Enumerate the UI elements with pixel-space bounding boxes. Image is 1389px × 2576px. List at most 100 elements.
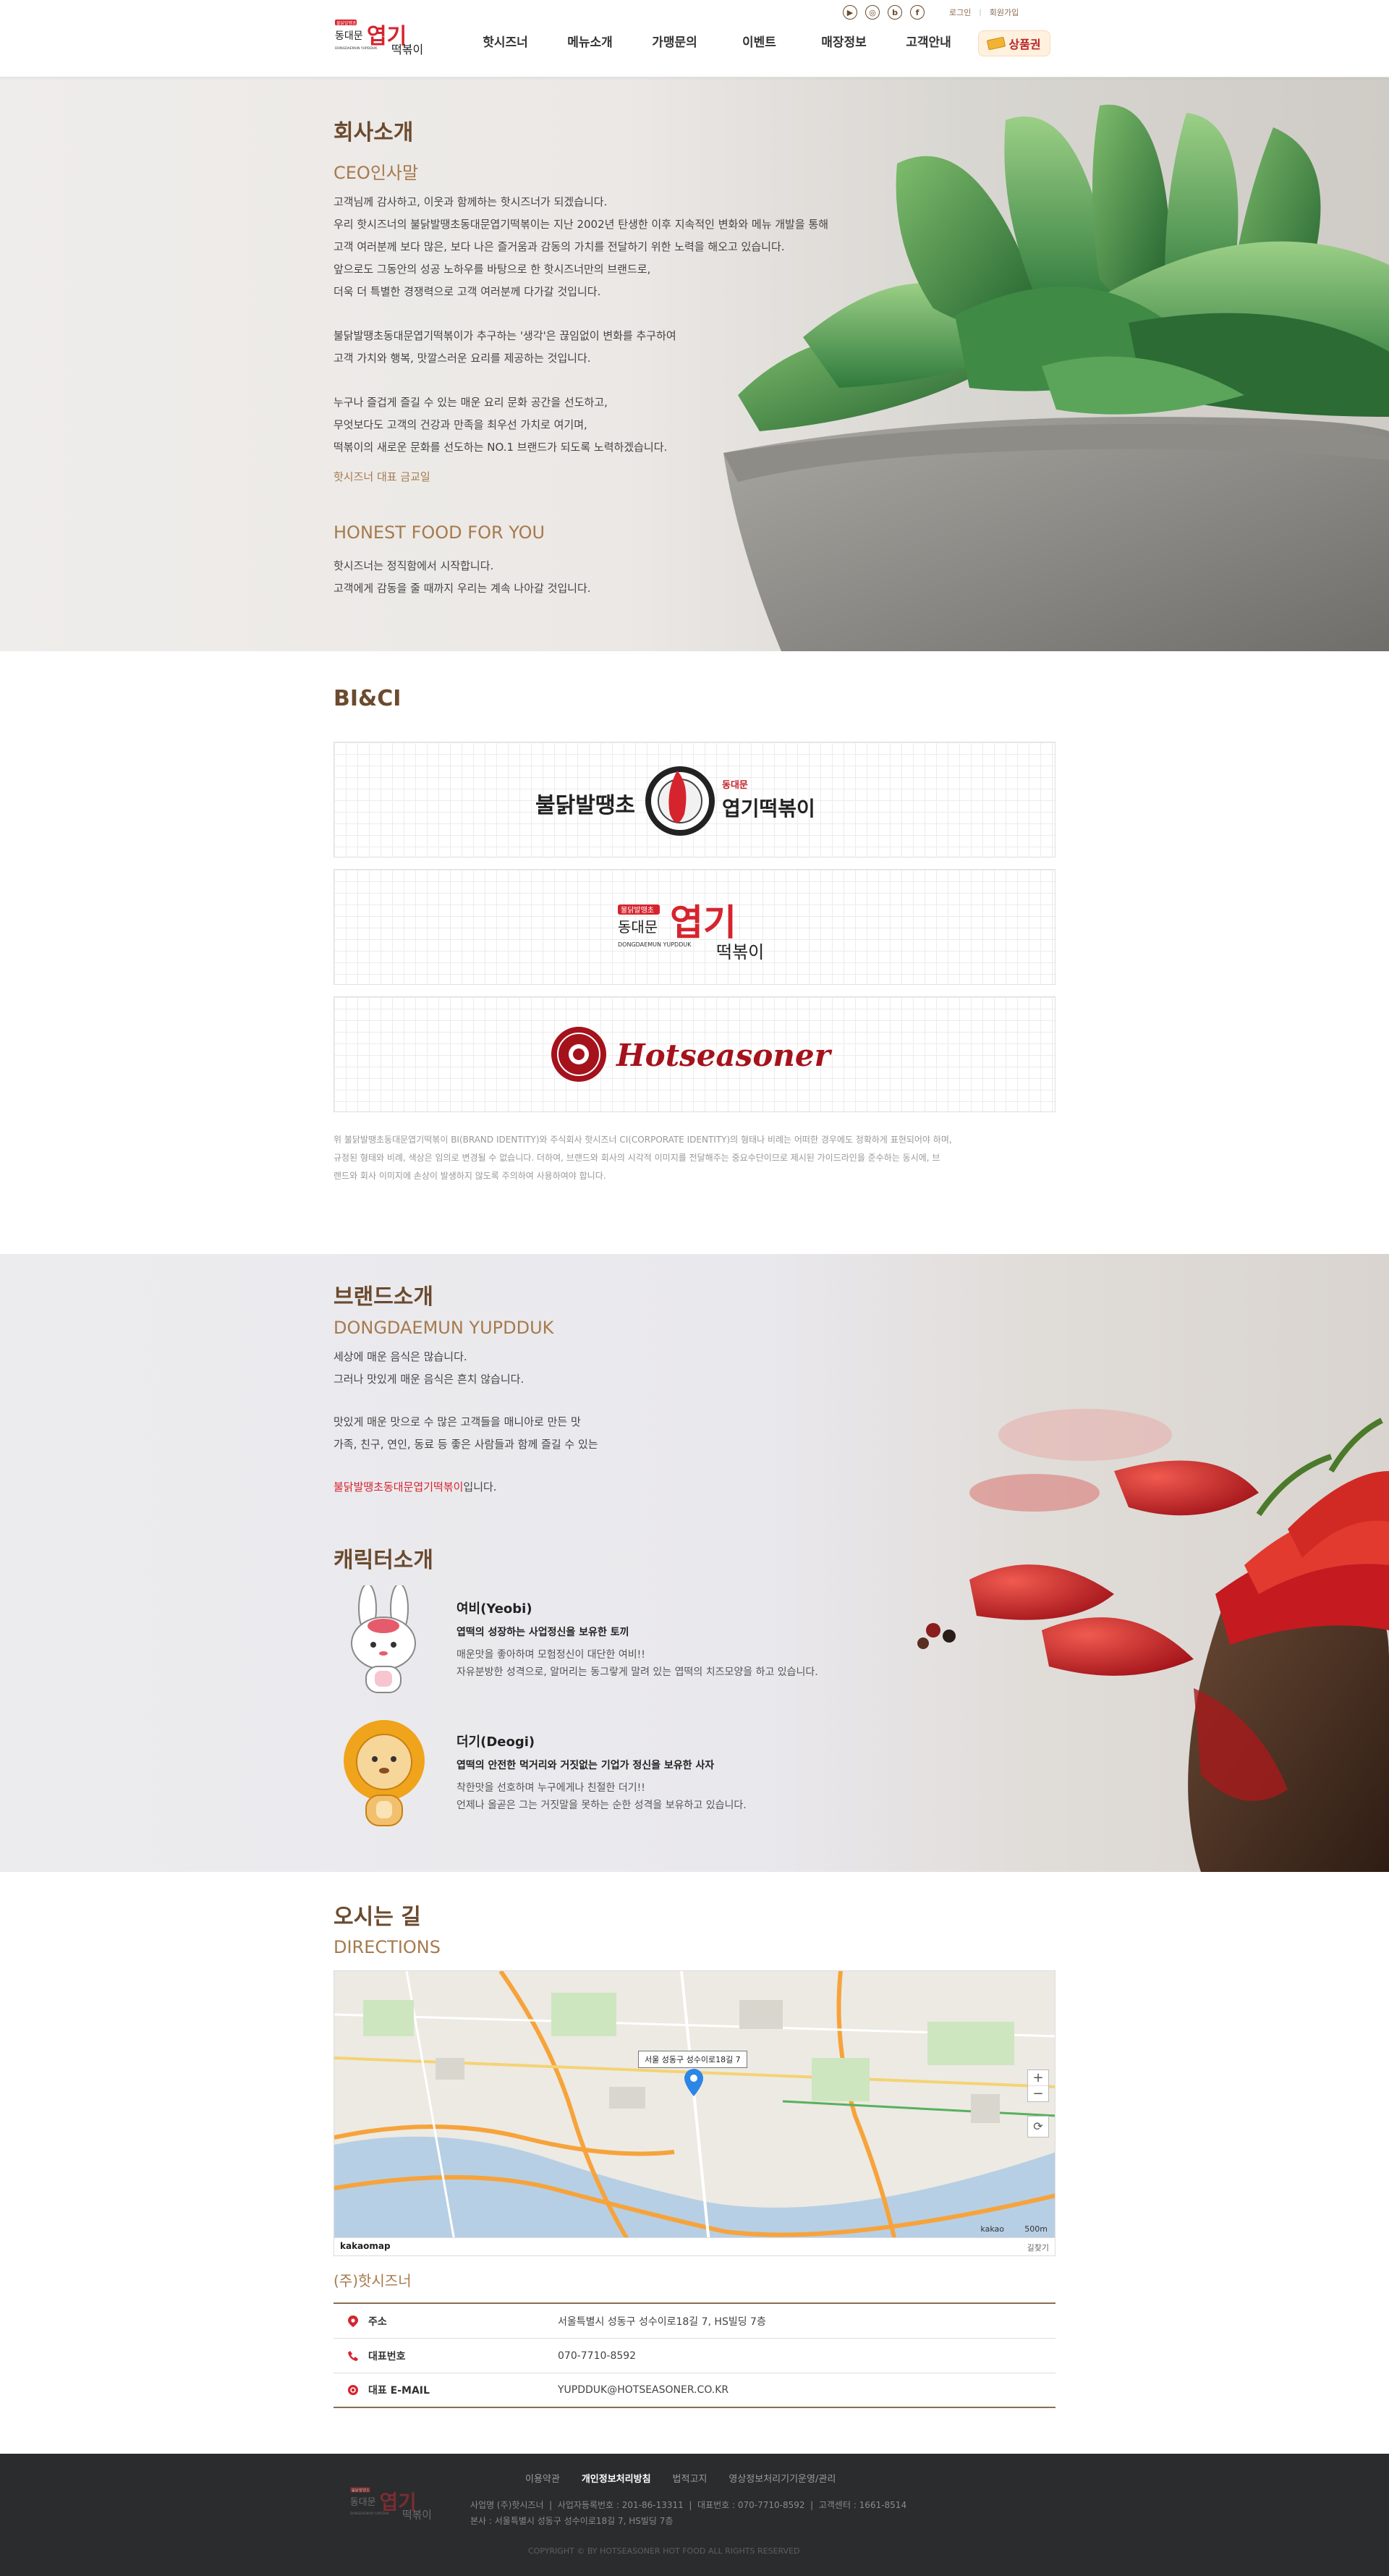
info-row-phone: 대표번호 070-7710-8592: [334, 2339, 1055, 2373]
deogi-line: 언제나 올곧은 그는 거짓말을 못하는 순한 성격을 보유하고 있습니다.: [456, 1800, 747, 1811]
address-label: 주소: [368, 2316, 387, 2328]
ceo-line: 무엇보다도 고객의 건강과 만족을 최우선 가치로 여기며,: [334, 418, 587, 431]
email-icon: [348, 2385, 358, 2395]
brand-line: 가족, 친구, 연인, 동료 등 좋은 사람들과 함께 즐길 수 있는: [334, 1438, 598, 1451]
kakaomap-logo[interactable]: kakaomap: [340, 2241, 391, 2251]
footer-privacy-link[interactable]: 개인정보처리방침: [582, 2471, 651, 2485]
directions-title: 오시는 길: [334, 1905, 421, 1930]
svg-text:동대문: 동대문: [722, 780, 748, 791]
deogi-line: 착한맛을 선호하며 누구에게나 친절한 더기!!: [456, 1782, 645, 1794]
zoom-out-icon[interactable]: −: [1028, 2085, 1048, 2101]
svg-text:불닭발땡초: 불닭발땡초: [336, 20, 357, 26]
ceo-line: 앞으로도 그동안의 성공 노하우를 바탕으로 한 핫시즈너만의 브랜드로,: [334, 263, 651, 276]
address-value: 서울특별시 성동구 성수이로18길 7, HS빌딩 7층: [558, 2316, 766, 2328]
ci-logo: Hotseasoner: [334, 996, 1055, 1112]
deogi-character: [344, 1720, 425, 1826]
yeobi-text: 매운맛을 좋아하며 모험정신이 대단한 여비!! 자유분방한 성격으로, 알머리…: [456, 1646, 818, 1681]
footer-legal-link[interactable]: 법적고지: [673, 2471, 708, 2485]
info-label: 대표번호: [334, 2349, 558, 2363]
facebook-icon[interactable]: f: [910, 5, 925, 20]
route-link[interactable]: 길찾기: [1027, 2242, 1049, 2253]
svg-text:떡볶이: 떡볶이: [402, 2509, 432, 2521]
ceo-line: 우리 핫시즈너의 불닭발땡초동대문엽기떡볶이는 지난 2002년 탄생한 이후 …: [334, 218, 829, 231]
map-scale-brand: kakao: [980, 2224, 1004, 2234]
svg-text:Hotseasoner: Hotseasoner: [616, 1038, 833, 1073]
brand-highlight-tail: 입니다.: [463, 1480, 497, 1494]
join-link[interactable]: 회원가입: [990, 7, 1019, 18]
deogi-name: 더기(Deogi): [456, 1734, 535, 1750]
info-row-address: 주소 서울특별시 성동구 성수이로18길 7, HS빌딩 7층: [334, 2304, 1055, 2339]
refresh-icon[interactable]: ⟳: [1027, 2116, 1049, 2138]
map-zoom-control: + −: [1027, 2069, 1049, 2102]
site-header: 불닭발땡초 동대문 엽기 떡볶이 DONGDAEMUN YUPDDUK ▶ ◎ …: [0, 0, 1389, 77]
company-name: (주)핫시즈너: [334, 2272, 412, 2289]
nav-hotseasoner[interactable]: 핫시즈너: [463, 32, 548, 50]
svg-text:DONGDAEMUN YUPDDUK: DONGDAEMUN YUPDDUK: [618, 941, 692, 948]
bi-note: 위 불닭발땡초동대문엽기떡볶이 BI(BRAND IDENTITY)와 주식회사…: [334, 1131, 1057, 1185]
bi-note-line: 랜드와 회사 이미지에 손상이 발생하지 않도록 주의하여 사용하여야 합니다.: [334, 1171, 606, 1181]
email-label: 대표 E-MAIL: [368, 2385, 430, 2397]
svg-text:동대문: 동대문: [618, 918, 658, 936]
bi-logo-horizontal: 불닭발땡초 동대문 엽기떡볶이: [334, 742, 1055, 857]
company-title: 회사소개: [334, 120, 414, 145]
svg-text:동대문: 동대문: [335, 30, 363, 42]
util-separator: |: [979, 8, 982, 17]
brand-logo[interactable]: 불닭발땡초 동대문 엽기 떡볶이 DONGDAEMUN YUPDDUK: [334, 7, 430, 69]
brand-subtitle: DONGDAEMUN YUPDDUK: [334, 1318, 554, 1338]
ceo-line: 더욱 더 특별한 경쟁력으로 고객 여러분께 다가갈 것입니다.: [334, 285, 601, 298]
bi-logo-vertical-art: 불닭발땡초 동대문 엽기 떡볶이 DONGDAEMUN YUPDDUK: [618, 902, 764, 962]
footer-copyright: COPYRIGHT © BY HOTSEASONER HOT FOOD ALL …: [528, 2546, 800, 2556]
info-label: 주소: [334, 2314, 558, 2329]
blog-icon[interactable]: b: [888, 5, 902, 20]
footer-info-line: 본사 : 서울특별시 성동구 성수이로18길 7, HS빌딩 7층: [470, 2516, 674, 2526]
yeobi-line: 매운맛을 좋아하며 모험정신이 대단한 여비!!: [456, 1649, 645, 1661]
kakao-map[interactable]: 서울 성동구 성수이로18길 7 + − ⟳ kakaomap 길찾기 kaka…: [334, 1970, 1055, 2256]
footer-links: 이용약관 개인정보처리방침 법적고지 영상정보처리기기운영/관리: [525, 2471, 836, 2485]
map-canvas[interactable]: [334, 1971, 1055, 2256]
ceo-line: 고객 여러분께 보다 많은, 보다 나은 즐거움과 감동의 가치를 전달하기 위…: [334, 240, 785, 253]
deogi-desc: 엽떡의 안전한 먹거리와 거짓없는 기업가 정신을 보유한 사자: [456, 1760, 715, 1771]
phone-value: 070-7710-8592: [558, 2350, 637, 2362]
info-label: 대표 E-MAIL: [334, 2383, 558, 2397]
ticket-icon: [987, 36, 1006, 51]
map-pin-icon[interactable]: [684, 2069, 703, 2096]
zoom-in-icon[interactable]: +: [1028, 2070, 1048, 2085]
nav-menu[interactable]: 메뉴소개: [548, 32, 632, 50]
footer-info: 사업명 (주)핫시즈너 | 사업자등록번호 : 201-86-13311 | 대…: [470, 2497, 906, 2529]
email-value: YUPDDUK@HOTSEASONER.CO.KR: [558, 2384, 729, 2396]
ceo-line: 고객님께 감사하고, 이웃과 함께하는 핫시즈너가 되겠습니다.: [334, 195, 608, 208]
nav-store[interactable]: 매장정보: [802, 32, 886, 50]
chili-image: [917, 1409, 1389, 1872]
brand-highlight: 불닭발땡초동대문엽기떡볶이: [334, 1480, 464, 1494]
footer-terms-link[interactable]: 이용약관: [525, 2471, 560, 2485]
company-section: 회사소개 CEO인사말 고객님께 감사하고, 이웃과 함께하는 핫시즈너가 되겠…: [0, 77, 1389, 651]
nav-event[interactable]: 이벤트: [717, 32, 802, 50]
utility-bar: ▶ ◎ b f 로그인 | 회원가입: [843, 4, 1019, 20]
location-icon: [348, 2315, 358, 2327]
footer-info-line: 사업명 (주)핫시즈너 | 사업자등록번호 : 201-86-13311 | 대…: [470, 2500, 907, 2510]
honest-line: 핫시즈너는 정직함에서 시작합니다.: [334, 559, 494, 572]
site-footer: 불닭발땡초 동대문 엽기 떡볶이 DONGDAEMUN YUPDDUK 이용약관…: [0, 2454, 1389, 2576]
brand-title: 브랜드소개: [334, 1284, 433, 1310]
nav-customer[interactable]: 고객안내: [886, 32, 971, 50]
yeobi-name: 여비(Yeobi): [456, 1601, 532, 1617]
instagram-icon[interactable]: ◎: [865, 5, 880, 20]
svg-text:떡볶이: 떡볶이: [391, 43, 423, 56]
login-link[interactable]: 로그인: [949, 7, 971, 18]
svg-text:불닭발땡초: 불닭발땡초: [535, 793, 635, 818]
footer-cctv-link[interactable]: 영상정보처리기기운영/관리: [729, 2471, 836, 2485]
brand-section: 브랜드소개 DONGDAEMUN YUPDDUK 세상에 매운 음식은 많습니다…: [0, 1254, 1389, 1872]
youtube-icon[interactable]: ▶: [843, 5, 857, 20]
bi-title: BI&CI: [334, 686, 402, 711]
map-footer: kakaomap 길찾기: [334, 2237, 1055, 2255]
nav-franchise[interactable]: 가맹문의: [632, 32, 717, 50]
honest-title: HONEST FOOD FOR YOU: [334, 522, 545, 543]
ceo-line: 누구나 즐겁게 즐길 수 있는 매운 요리 문화 공간을 선도하고,: [334, 396, 608, 409]
voucher-label: 상품권: [1008, 38, 1041, 51]
voucher-button[interactable]: 상품권: [978, 30, 1050, 56]
yeobi-character: [351, 1585, 416, 1693]
yeobi-desc: 엽떡의 성장하는 사업정신을 보유한 토끼: [456, 1627, 629, 1638]
bi-note-line: 위 불닭발땡초동대문엽기떡볶이 BI(BRAND IDENTITY)와 주식회사…: [334, 1135, 952, 1145]
map-marker-label: 서울 성동구 성수이로18길 7: [638, 2051, 747, 2068]
footer-logo[interactable]: 불닭발땡초 동대문 엽기 떡볶이 DONGDAEMUN YUPDDUK: [349, 2475, 438, 2533]
